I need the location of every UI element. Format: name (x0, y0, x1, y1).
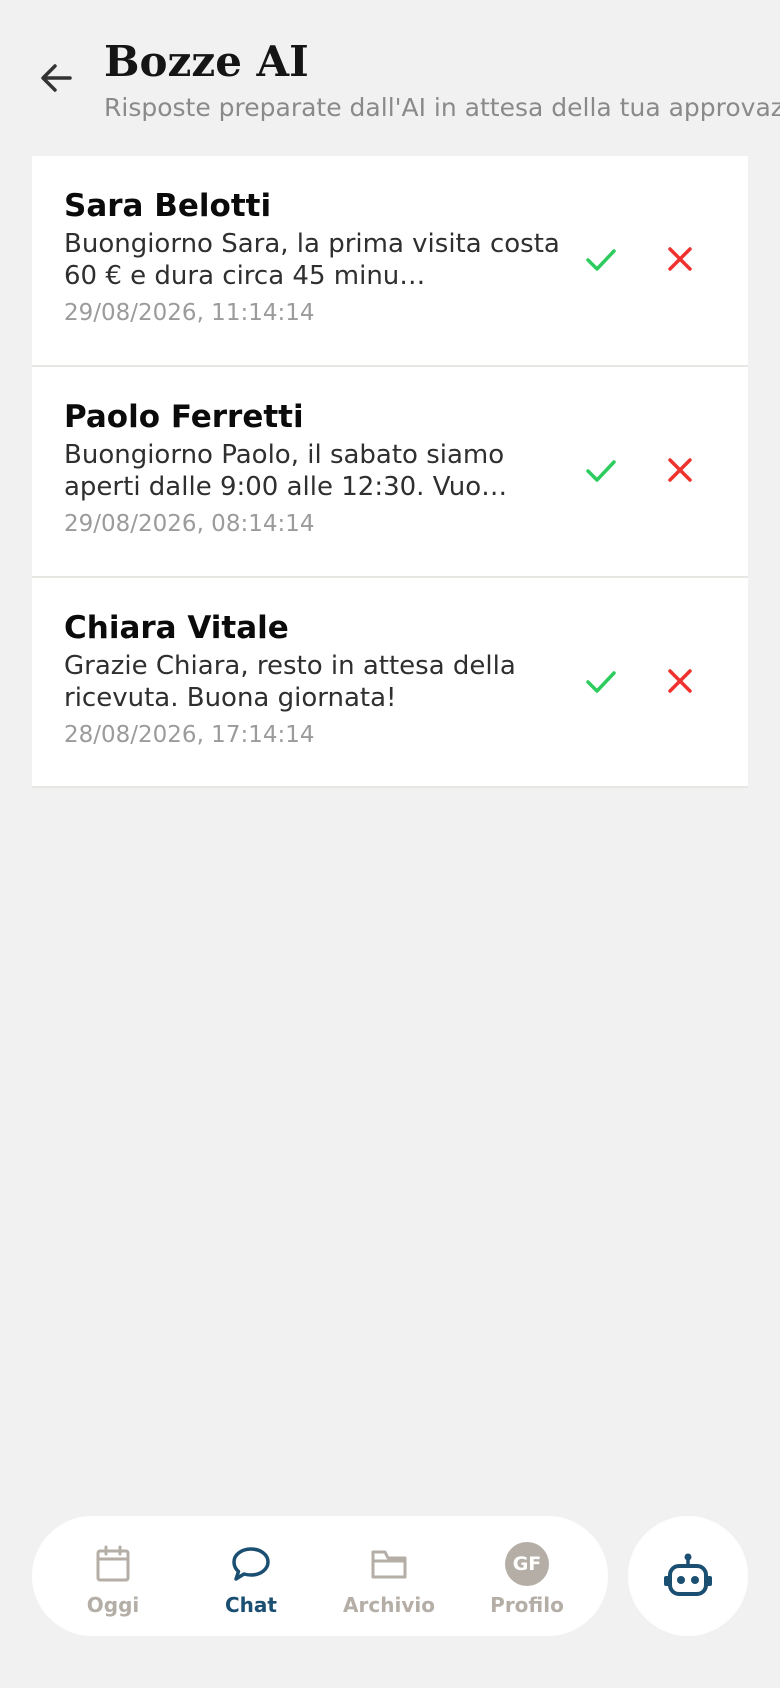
draft-preview: Buongiorno Paolo, il sabato siamo aperti… (64, 440, 508, 502)
nav-item-oggi[interactable]: Oggi (44, 1516, 182, 1636)
draft-content: Sara Belotti Buongiorno Sara, la prima v… (64, 186, 584, 328)
draft-preview: Buongiorno Sara, la prima visita costa 6… (64, 229, 560, 291)
approve-button[interactable] (576, 234, 626, 284)
close-icon (668, 247, 692, 271)
nav-label-oggi: Oggi (86, 1593, 140, 1617)
bottom-nav: Oggi Chat Archivio GF Profilo (32, 1516, 608, 1636)
page-title: Bozze AI (104, 37, 309, 86)
draft-timestamp: 29/08/2026, 08:14:14 (64, 511, 315, 537)
nav-item-archivio[interactable]: Archivio (320, 1516, 458, 1636)
approve-button[interactable] (576, 656, 626, 706)
nav-label-chat: Chat (225, 1593, 277, 1617)
draft-card[interactable]: Paolo Ferretti Buongiorno Paolo, il saba… (32, 367, 748, 578)
robot-icon (664, 1553, 712, 1596)
close-icon (668, 458, 692, 482)
draft-timestamp: 29/08/2026, 11:14:14 (64, 300, 315, 326)
draft-content: Paolo Ferretti Buongiorno Paolo, il saba… (64, 397, 584, 539)
check-icon (586, 249, 616, 271)
nav-item-profilo[interactable]: GF Profilo (458, 1516, 596, 1636)
check-icon (586, 460, 616, 482)
chat-bubble-icon (232, 1547, 270, 1581)
calendar-icon (96, 1545, 130, 1582)
nav-item-chat[interactable]: Chat (182, 1516, 320, 1636)
reject-button[interactable] (655, 656, 705, 706)
nav-label-profilo: Profilo (490, 1593, 564, 1617)
draft-timestamp: 28/08/2026, 17:14:14 (64, 722, 315, 748)
reject-button[interactable] (655, 445, 705, 495)
draft-card[interactable]: Sara Belotti Buongiorno Sara, la prima v… (32, 156, 748, 367)
back-button[interactable] (34, 56, 78, 100)
ai-assistant-button[interactable] (628, 1516, 748, 1636)
draft-contact-name: Sara Belotti (64, 188, 272, 224)
draft-contact-name: Paolo Ferretti (64, 399, 304, 435)
header: Bozze AI Risposte preparate dall'AI in a… (0, 0, 780, 150)
arrow-left-icon (41, 64, 72, 92)
page-subtitle: Risposte preparate dall'AI in attesa del… (104, 93, 780, 122)
close-icon (668, 669, 692, 693)
check-icon (586, 671, 616, 693)
folder-icon (371, 1550, 407, 1579)
reject-button[interactable] (655, 234, 705, 284)
approve-button[interactable] (576, 445, 626, 495)
avatar: GF (505, 1542, 549, 1586)
nav-label-archivio: Archivio (343, 1593, 435, 1617)
draft-preview: Grazie Chiara, resto in attesa della ric… (64, 651, 516, 713)
draft-card[interactable]: Chiara Vitale Grazie Chiara, resto in at… (32, 578, 748, 788)
draft-content: Chiara Vitale Grazie Chiara, resto in at… (64, 608, 584, 750)
drafts-list: Sara Belotti Buongiorno Sara, la prima v… (32, 156, 748, 788)
draft-contact-name: Chiara Vitale (64, 610, 289, 646)
